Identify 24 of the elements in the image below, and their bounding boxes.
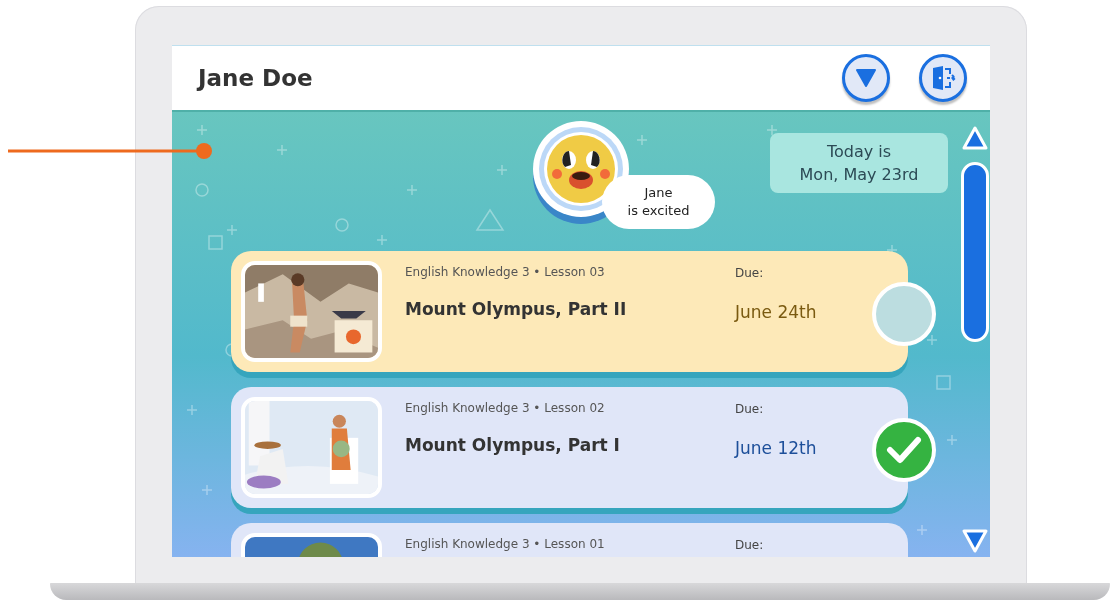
course-label: English Knowledge 3 • Lesson 03 — [405, 265, 606, 279]
dropdown-button[interactable] — [842, 54, 890, 102]
triangle-down-icon — [856, 69, 876, 87]
due-date: June 12th — [735, 438, 817, 458]
due-label: Due: — [735, 402, 765, 416]
date-value: Mon, May 23rd — [799, 164, 919, 186]
check-icon — [886, 436, 922, 464]
lesson-title: Mount Olympus, Part II — [405, 299, 628, 319]
user-name: Jane Doe — [198, 65, 313, 91]
lesson-title: Mount Olympus, Part I — [405, 435, 621, 455]
date-label: Today is — [826, 141, 892, 163]
due-date: June 24th — [735, 302, 817, 322]
scroll-thumb[interactable] — [961, 162, 989, 342]
mood-name: Jane — [644, 184, 673, 202]
course-label: English Knowledge 3 • Lesson 02 — [405, 401, 606, 415]
lesson-card[interactable]: English Knowledge 3 • Lesson 01 Due: — [231, 523, 908, 557]
scroll-down-icon[interactable] — [961, 528, 989, 554]
scroll-up-icon[interactable] — [961, 125, 989, 151]
logout-button[interactable] — [919, 54, 967, 102]
door-exit-icon — [930, 65, 956, 91]
due-label: Due: — [735, 538, 764, 552]
course-label: English Knowledge 3 • Lesson 01 — [405, 537, 606, 551]
due-label: Due: — [735, 266, 765, 280]
mood-status: is excited — [627, 202, 690, 220]
